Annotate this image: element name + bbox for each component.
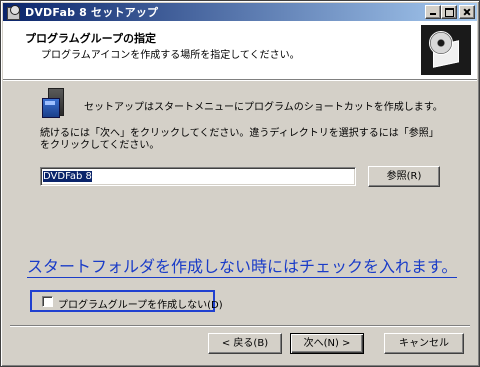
back-button[interactable]: < 戻る(B) [208,333,282,354]
next-button[interactable]: 次へ(N) > [290,333,364,354]
setup-logo-icon [421,25,471,75]
no-group-checkbox[interactable] [42,296,53,307]
browse-button[interactable]: 参照(R) [368,166,440,187]
window-controls [425,5,475,19]
window-title: DVDFab 8 セットアップ [25,6,159,19]
instruction-text: 続けるには「次へ」をクリックしてください。違うディレクトリを選択するには「参照」… [40,128,439,151]
close-icon[interactable] [459,5,475,19]
maximize-icon[interactable] [441,5,457,19]
wizard-header: プログラムグループの指定 プログラムアイコンを作成する場所を指定してください。 [3,21,477,80]
no-group-checkbox-label[interactable]: プログラムグループを作成しない(D) [58,296,223,311]
app-icon [5,4,21,20]
info-text: セットアップはスタートメニューにプログラムのショートカットを作成します。 [84,102,443,113]
footer-divider [10,325,470,327]
program-group-input[interactable]: DVDFab 8 [40,167,356,186]
annotation-text: スタートフォルダを作成しない時にはチェックを入れます。 [27,253,458,278]
page-subtitle: プログラムアイコンを作成する場所を指定してください。 [41,50,300,61]
cancel-button[interactable]: キャンセル [384,333,464,354]
title-bar[interactable]: DVDFab 8 セットアップ [3,3,477,21]
program-group-icon [40,88,70,118]
minimize-icon[interactable] [425,5,441,19]
page-title: プログラムグループの指定 [25,32,157,45]
program-group-value: DVDFab 8 [43,171,92,182]
